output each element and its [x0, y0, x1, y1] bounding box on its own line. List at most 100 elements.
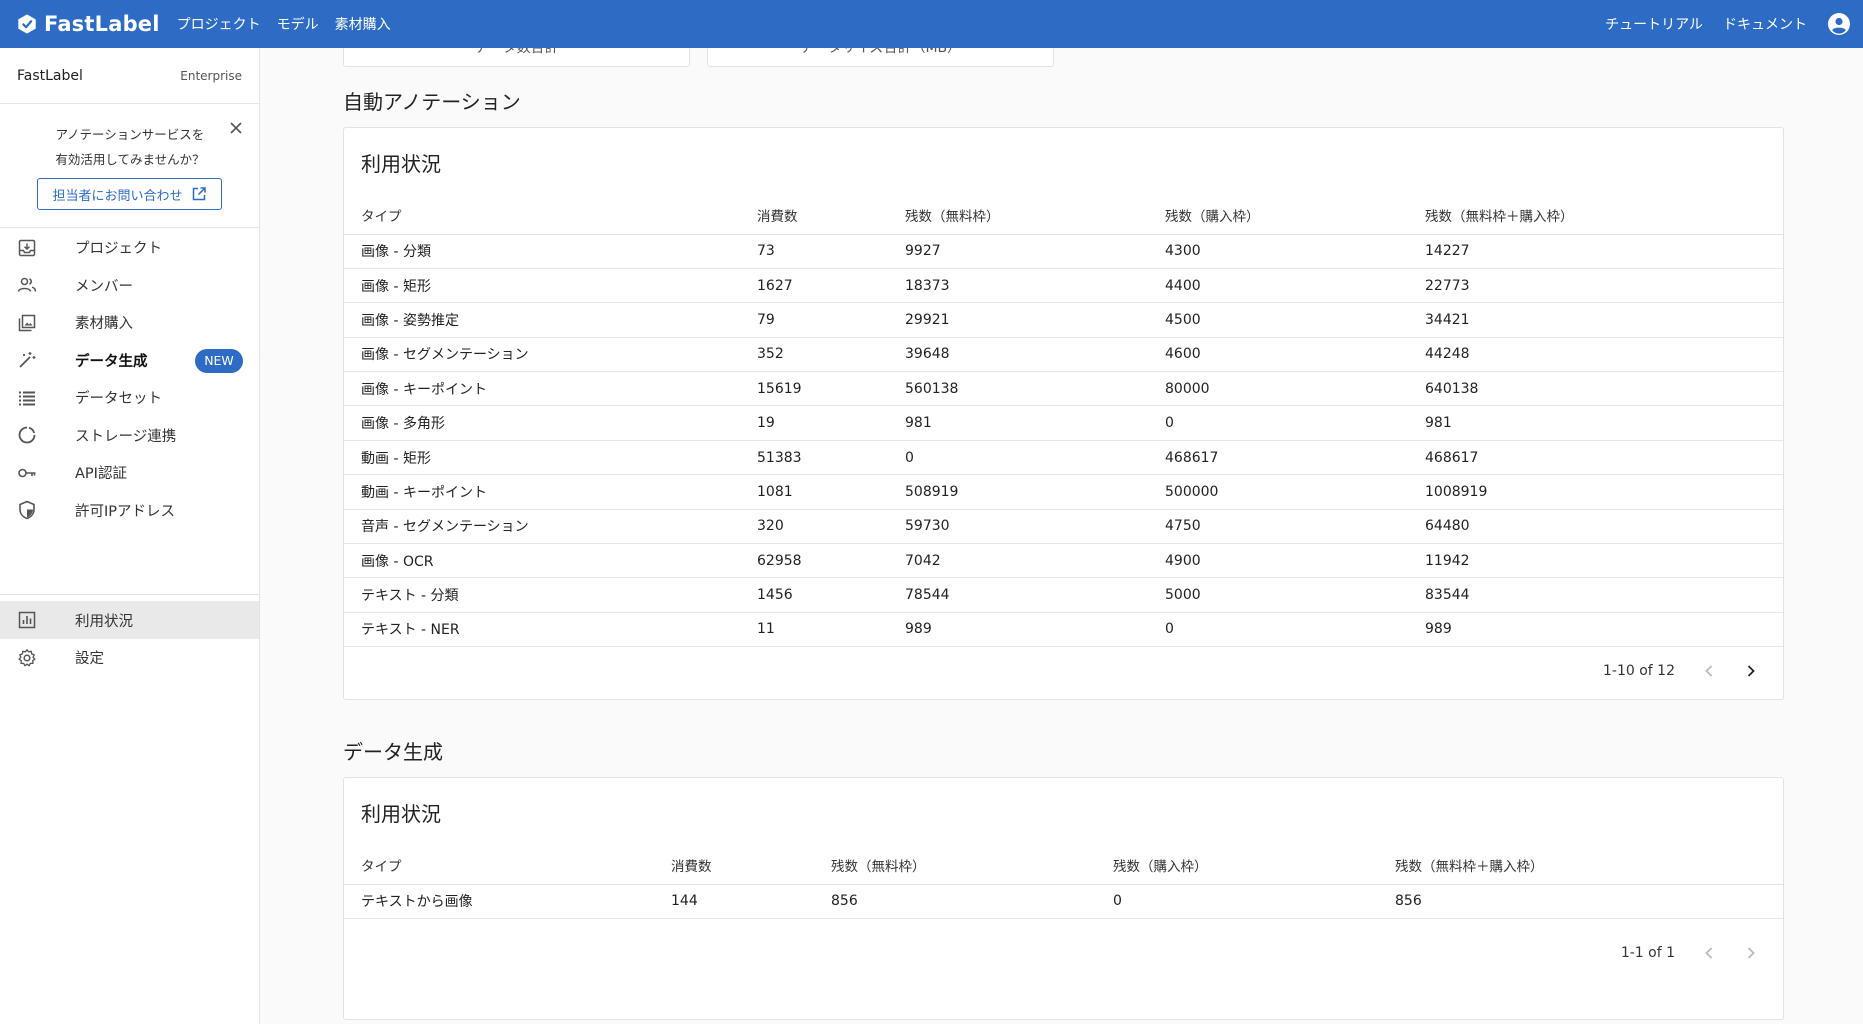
table-cell: 981: [905, 405, 1165, 441]
data-generation-title: データ生成: [343, 740, 443, 764]
nav-models[interactable]: モデル: [277, 14, 319, 34]
sidebar-divider: [0, 594, 259, 595]
table-cell: 19: [757, 405, 905, 441]
prev-page-icon[interactable]: [1699, 661, 1719, 681]
table-cell: 39648: [905, 337, 1165, 373]
promo-text: アノテーションサービスを 有効活用してみませんか？: [0, 122, 260, 172]
close-icon[interactable]: [226, 118, 246, 138]
sidebar-item-label: 利用状況: [75, 613, 133, 630]
sidebar-item-label: 素材購入: [75, 316, 133, 333]
promo-line-1: アノテーションサービスを: [55, 127, 205, 142]
contact-button[interactable]: 担当者にお問い合わせ: [37, 178, 222, 210]
table-cell: 画像 - 分類: [344, 234, 757, 269]
organization-plan: Enterprise: [180, 68, 242, 83]
sidebar-item-label: 設定: [75, 651, 104, 668]
sidebar-item-usage[interactable]: 利用状況: [0, 601, 259, 639]
table-cell: 動画 - キーポイント: [344, 474, 757, 510]
brand-logo[interactable]: FastLabel: [16, 0, 160, 48]
sidebar-item-materials[interactable]: 素材購入: [0, 304, 259, 342]
table-cell: 4900: [1165, 543, 1425, 579]
column-header-purchased-remaining[interactable]: 残数（購入枠）: [1113, 847, 1395, 885]
nav-tutorial[interactable]: チュートリアル: [1605, 14, 1703, 34]
sidebar-item-label: メンバー: [75, 278, 133, 295]
table-row: テキスト - NER 11 989 0 989: [344, 612, 1783, 648]
table-cell: 508919: [905, 474, 1165, 510]
table-cell: 0: [905, 440, 1165, 476]
table-row: 動画 - キーポイント 1081 508919 500000 1008919: [344, 474, 1783, 510]
open-external-icon: [192, 187, 206, 201]
data-generation-pagination: 1-1 of 1: [1621, 925, 1783, 981]
table-cell: 34421: [1425, 302, 1783, 338]
table-row: 画像 - 多角形 19 981 0 981: [344, 405, 1783, 441]
table-cell: 画像 - 矩形: [344, 268, 757, 304]
table-row: テキスト - 分類 1456 78544 5000 83544: [344, 577, 1783, 613]
table-cell: 80000: [1165, 371, 1425, 407]
column-header-free-remaining[interactable]: 残数（無料枠）: [831, 847, 1113, 885]
materials-icon: [18, 314, 36, 331]
column-header-free-remaining[interactable]: 残数（無料枠）: [905, 197, 1165, 235]
table-cell: 500000: [1165, 474, 1425, 510]
sidebar-item-label: 許可IPアドレス: [75, 503, 176, 520]
table-cell: 352: [757, 337, 905, 373]
sidebar-item-projects[interactable]: プロジェクト: [0, 229, 259, 267]
sidebar-item-members[interactable]: メンバー: [0, 267, 259, 305]
column-header-total-remaining[interactable]: 残数（無料枠＋購入枠）: [1425, 197, 1783, 235]
stat-card-label: データサイズ合計（MB）: [799, 48, 962, 56]
sidebar-item-api-auth[interactable]: API認証: [0, 454, 259, 492]
sidebar-menu: プロジェクト メンバー 素材購入 データ生成 NEW データセット ストレージ連…: [0, 229, 259, 529]
table-cell: 989: [1425, 612, 1783, 648]
sidebar-item-label: プロジェクト: [75, 241, 162, 258]
column-header-consumed[interactable]: 消費数: [671, 847, 831, 885]
sidebar-item-datasets[interactable]: データセット: [0, 379, 259, 417]
column-header-type[interactable]: タイプ: [344, 197, 757, 235]
table-cell: 4600: [1165, 337, 1425, 373]
table-header-row: タイプ 消費数 残数（無料枠） 残数（購入枠） 残数（無料枠＋購入枠）: [344, 197, 1783, 235]
sidebar-item-label: API認証: [75, 466, 127, 483]
stat-card-data-count: データ数合計: [343, 48, 690, 67]
next-page-icon[interactable]: [1741, 661, 1761, 681]
pagination-text: 1-10 of 12: [1603, 663, 1675, 679]
column-header-purchased-remaining[interactable]: 残数（購入枠）: [1165, 197, 1425, 235]
column-header-type[interactable]: タイプ: [344, 847, 671, 885]
column-header-consumed[interactable]: 消費数: [757, 197, 905, 235]
table-cell: 83544: [1425, 577, 1783, 613]
nav-projects[interactable]: プロジェクト: [177, 14, 261, 34]
table-cell: 画像 - 多角形: [344, 405, 757, 441]
sidebar-item-storage[interactable]: ストレージ連携: [0, 417, 259, 455]
auto-annotation-card: 利用状況 タイプ 消費数 残数（無料枠） 残数（購入枠） 残数（無料枠＋購入枠）…: [343, 127, 1784, 700]
next-page-icon[interactable]: [1741, 943, 1761, 963]
prev-page-icon[interactable]: [1699, 943, 1719, 963]
nav-materials[interactable]: 素材購入: [335, 14, 391, 34]
organization-row[interactable]: FastLabel Enterprise: [0, 48, 259, 104]
table-cell: 画像 - キーポイント: [344, 371, 757, 407]
sidebar-item-allowed-ip[interactable]: 許可IPアドレス: [0, 492, 259, 530]
table-row: 音声 - セグメンテーション 320 59730 4750 64480: [344, 509, 1783, 545]
table-row: 画像 - キーポイント 15619 560138 80000 640138: [344, 371, 1783, 407]
sidebar-item-data-generation[interactable]: データ生成 NEW: [0, 342, 259, 380]
storage-icon: [18, 426, 36, 444]
shield-icon: [19, 500, 35, 520]
chart-icon: [18, 611, 36, 629]
stat-card-data-size: データサイズ合計（MB）: [707, 48, 1054, 67]
table-cell: 動画 - 矩形: [344, 440, 757, 476]
table-row: 画像 - セグメンテーション 352 39648 4600 44248: [344, 337, 1783, 373]
table-cell: 62958: [757, 543, 905, 579]
auto-annotation-table: タイプ 消費数 残数（無料枠） 残数（購入枠） 残数（無料枠＋購入枠） 画像 -…: [344, 197, 1783, 648]
table-cell: 7042: [905, 543, 1165, 579]
nav-documents[interactable]: ドキュメント: [1723, 14, 1807, 34]
table-row: テキストから画像 144 856 0 856: [344, 884, 1783, 919]
auto-annotation-title: 自動アノテーション: [343, 90, 521, 114]
table-cell: 981: [1425, 405, 1783, 441]
table-cell: 1081: [757, 474, 905, 510]
table-row: 動画 - 矩形 51383 0 468617 468617: [344, 440, 1783, 476]
sidebar: FastLabel Enterprise アノテーションサービスを 有効活用して…: [0, 48, 260, 1024]
account-icon[interactable]: [1827, 12, 1851, 36]
table-cell: 14227: [1425, 234, 1783, 269]
members-icon: [17, 278, 37, 293]
sidebar-item-settings[interactable]: 設定: [0, 639, 259, 677]
table-row: 画像 - 分類 73 9927 4300 14227: [344, 234, 1783, 269]
table-cell: 44248: [1425, 337, 1783, 373]
column-header-total-remaining[interactable]: 残数（無料枠＋購入枠）: [1395, 847, 1783, 885]
brand-name: FastLabel: [44, 12, 160, 36]
organization-name: FastLabel: [17, 67, 83, 84]
